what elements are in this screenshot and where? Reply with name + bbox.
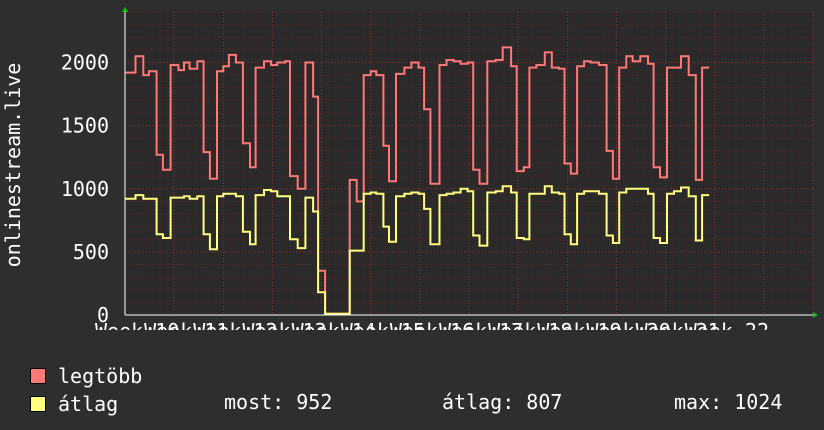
legend-swatch-max bbox=[30, 368, 46, 384]
legend: legtöbb átlag bbox=[30, 362, 142, 418]
stat-max: max: 1024 bbox=[674, 390, 783, 414]
stat-average: átlag: 807 bbox=[442, 390, 563, 414]
legend-item-max: legtöbb bbox=[30, 362, 142, 390]
y-axis-arrow bbox=[122, 7, 128, 12]
x-tick-labels: Week 10Week 11Week 12Week 13Week 14Week … bbox=[95, 319, 769, 330]
legend-item-avg: átlag bbox=[30, 390, 142, 418]
y-axis-label: onlinestream.live bbox=[1, 63, 25, 268]
y-tick-label: 500 bbox=[73, 240, 109, 264]
y-tick-label: 1500 bbox=[61, 114, 109, 138]
legend-label-avg: átlag bbox=[58, 392, 119, 416]
y-tick-labels: 0500100015002000 bbox=[61, 51, 109, 328]
x-axis-arrow bbox=[813, 312, 818, 318]
y-tick-label: 1000 bbox=[61, 177, 109, 201]
legend-swatch-avg bbox=[30, 396, 46, 412]
chart: 0500100015002000 Week 10Week 11Week 12We… bbox=[1, 7, 818, 330]
stat-now: most: 952 bbox=[224, 390, 333, 414]
y-tick-label: 2000 bbox=[61, 51, 109, 75]
legend-label-max: legtöbb bbox=[58, 364, 143, 388]
x-tick-label: Week 22 bbox=[685, 319, 769, 330]
